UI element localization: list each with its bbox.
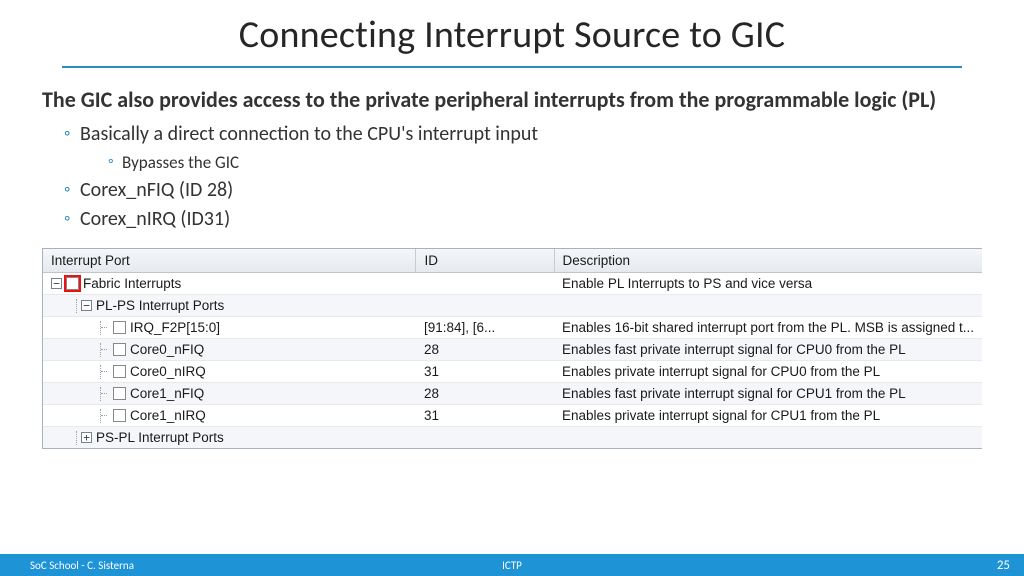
cell-desc: Enables private interrupt signal for CPU…	[554, 405, 982, 427]
bullet-list: Basically a direct connection to the CPU…	[64, 120, 982, 235]
cell-port: Core0_nIRQ	[130, 364, 206, 379]
interrupt-table-panel: Interrupt Port ID Description − Fabric I…	[42, 248, 982, 449]
col-description[interactable]: Description	[554, 249, 982, 273]
table-row: + PS-PL Interrupt Ports	[43, 427, 982, 449]
slide-footer: SoC School - C. Sisterna ICTP 25	[0, 554, 1024, 576]
table-row: Core0_nIRQ 31 Enables private interrupt …	[43, 361, 982, 383]
irq-checkbox[interactable]	[113, 387, 126, 400]
cell-port: PL-PS Interrupt Ports	[96, 298, 224, 313]
slide-body: The GIC also provides access to the priv…	[0, 68, 1024, 449]
irq-checkbox[interactable]	[113, 321, 126, 334]
table-row: − PL-PS Interrupt Ports	[43, 295, 982, 317]
sub-bullet-item: Bypasses the GIC	[108, 151, 982, 175]
cell-id: 31	[416, 361, 554, 383]
table-row: Core1_nFIQ 28 Enables fast private inter…	[43, 383, 982, 405]
sub-bullet-list: Bypasses the GIC	[108, 151, 982, 175]
cell-port: Fabric Interrupts	[83, 276, 181, 291]
expand-icon[interactable]: −	[51, 278, 62, 289]
col-interrupt-port[interactable]: Interrupt Port	[43, 249, 416, 273]
cell-port: Core0_nFIQ	[130, 342, 204, 357]
table-row: Core0_nFIQ 28 Enables fast private inter…	[43, 339, 982, 361]
irq-checkbox[interactable]	[113, 343, 126, 356]
bullet-item: Corex_nIRQ (ID31)	[64, 205, 982, 234]
cell-desc: Enable PL Interrupts to PS and vice vers…	[554, 273, 982, 295]
lead-text: The GIC also provides access to the priv…	[42, 86, 982, 114]
expand-icon[interactable]: +	[81, 432, 92, 443]
cell-port: Core1_nFIQ	[130, 386, 204, 401]
irq-checkbox[interactable]	[113, 365, 126, 378]
expand-icon[interactable]: −	[81, 300, 92, 311]
cell-desc: Enables fast private interrupt signal fo…	[554, 383, 982, 405]
bullet-text: Basically a direct connection to the CPU…	[80, 122, 538, 146]
cell-id	[416, 295, 554, 317]
cell-desc	[554, 427, 982, 449]
cell-id	[416, 427, 554, 449]
cell-id: [91:84], [6...	[416, 317, 554, 339]
table-row: − Fabric Interrupts Enable PL Interrupts…	[43, 273, 982, 295]
col-id[interactable]: ID	[416, 249, 554, 273]
slide-title: Connecting Interrupt Source to GIC	[0, 0, 1024, 58]
cell-desc: Enables private interrupt signal for CPU…	[554, 361, 982, 383]
fabric-interrupts-checkbox[interactable]	[66, 277, 79, 290]
cell-id: 28	[416, 339, 554, 361]
cell-port: PS-PL Interrupt Ports	[96, 430, 224, 445]
table-header-row: Interrupt Port ID Description	[43, 249, 982, 273]
cell-id: 28	[416, 383, 554, 405]
cell-desc: Enables fast private interrupt signal fo…	[554, 339, 982, 361]
footer-center: ICTP	[502, 559, 522, 572]
irq-checkbox[interactable]	[113, 409, 126, 422]
cell-desc: Enables 16-bit shared interrupt port fro…	[554, 317, 982, 339]
cell-id: 31	[416, 405, 554, 427]
cell-id	[416, 273, 554, 295]
cell-port: Core1_nIRQ	[130, 408, 206, 423]
cell-desc	[554, 295, 982, 317]
bullet-item: Corex_nFIQ (ID 28)	[64, 176, 982, 205]
table-row: IRQ_F2P[15:0] [91:84], [6... Enables 16-…	[43, 317, 982, 339]
cell-port: IRQ_F2P[15:0]	[130, 320, 220, 335]
footer-page: 25	[997, 558, 1010, 573]
bullet-item: Basically a direct connection to the CPU…	[64, 120, 982, 175]
footer-left: SoC School - C. Sisterna	[0, 559, 134, 572]
table-row: Core1_nIRQ 31 Enables private interrupt …	[43, 405, 982, 427]
interrupt-table: Interrupt Port ID Description − Fabric I…	[43, 249, 982, 448]
